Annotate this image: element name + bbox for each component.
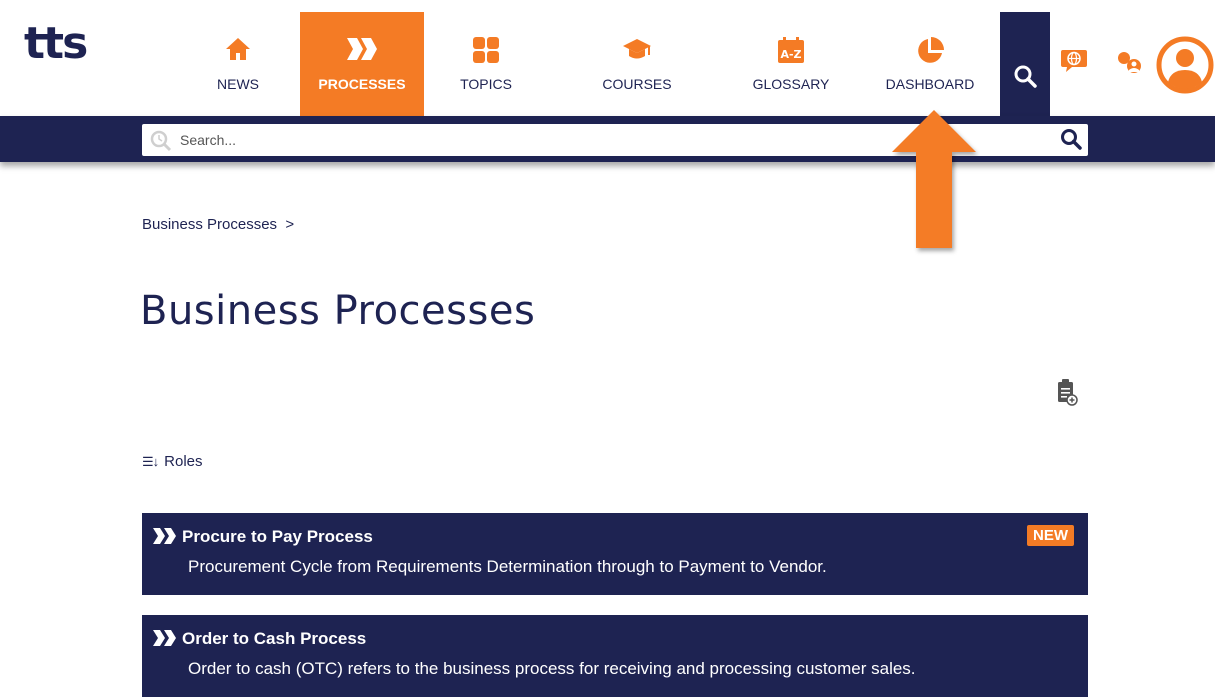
process-card-procure-to-pay[interactable]: Procure to Pay Process NEW Procurement C… xyxy=(142,513,1088,595)
breadcrumb[interactable]: Business Processes > xyxy=(142,216,294,233)
search-toggle-button[interactable] xyxy=(1000,12,1050,116)
roles-label: Roles xyxy=(164,453,203,470)
clipboard-add-icon[interactable] xyxy=(1056,378,1078,411)
tts-logo[interactable]: tts xyxy=(24,22,88,66)
annotation-arrow-icon xyxy=(888,108,980,261)
process-description: Order to cash (OTC) refers to the busine… xyxy=(188,659,916,678)
process-chevron-icon xyxy=(152,527,178,550)
nav-label: TOPICS xyxy=(460,76,512,92)
a-z-icon: A-Z xyxy=(777,36,805,69)
nav-label: COURSES xyxy=(602,76,672,92)
sort-icon: ☰↓ xyxy=(142,454,159,469)
language-globe-icon[interactable] xyxy=(1060,48,1088,79)
nav-item-glossary[interactable]: A-Z GLOSSARY xyxy=(729,12,853,116)
nav-label: PROCESSES xyxy=(318,76,406,92)
process-title[interactable]: Procure to Pay Process xyxy=(182,527,373,547)
roles-icon[interactable] xyxy=(1114,48,1144,83)
graduation-cap-icon xyxy=(622,36,652,67)
nav-label: GLOSSARY xyxy=(752,76,830,92)
search-submit-icon[interactable] xyxy=(1060,128,1082,155)
search-icon xyxy=(1014,65,1037,88)
process-description: Procurement Cycle from Requirements Dete… xyxy=(188,557,827,576)
user-avatar-icon[interactable] xyxy=(1156,36,1214,99)
nav-item-news[interactable]: NEWS xyxy=(176,12,300,116)
roles-sort-toggle[interactable]: ☰↓ Roles xyxy=(142,453,203,470)
svg-text:A-Z: A-Z xyxy=(780,48,801,61)
nav-item-courses[interactable]: COURSES xyxy=(575,12,699,116)
grid-icon xyxy=(472,36,500,69)
page-title: Business Processes xyxy=(140,288,536,334)
process-chevron-icon xyxy=(345,36,379,67)
process-chevron-icon xyxy=(152,629,178,652)
pie-chart-icon xyxy=(915,36,945,71)
nav-label: DASHBOARD xyxy=(885,76,975,92)
search-history-icon xyxy=(150,130,172,157)
nav-item-topics[interactable]: TOPICS xyxy=(424,12,548,116)
home-icon xyxy=(225,36,251,67)
nav-item-processes[interactable]: PROCESSES xyxy=(300,12,424,116)
process-card-order-to-cash[interactable]: Order to Cash Process Order to cash (OTC… xyxy=(142,615,1088,697)
nav-item-dashboard[interactable]: DASHBOARD xyxy=(868,12,992,116)
process-title[interactable]: Order to Cash Process xyxy=(182,629,366,649)
new-badge: NEW xyxy=(1027,525,1074,546)
nav-label: NEWS xyxy=(217,76,259,92)
